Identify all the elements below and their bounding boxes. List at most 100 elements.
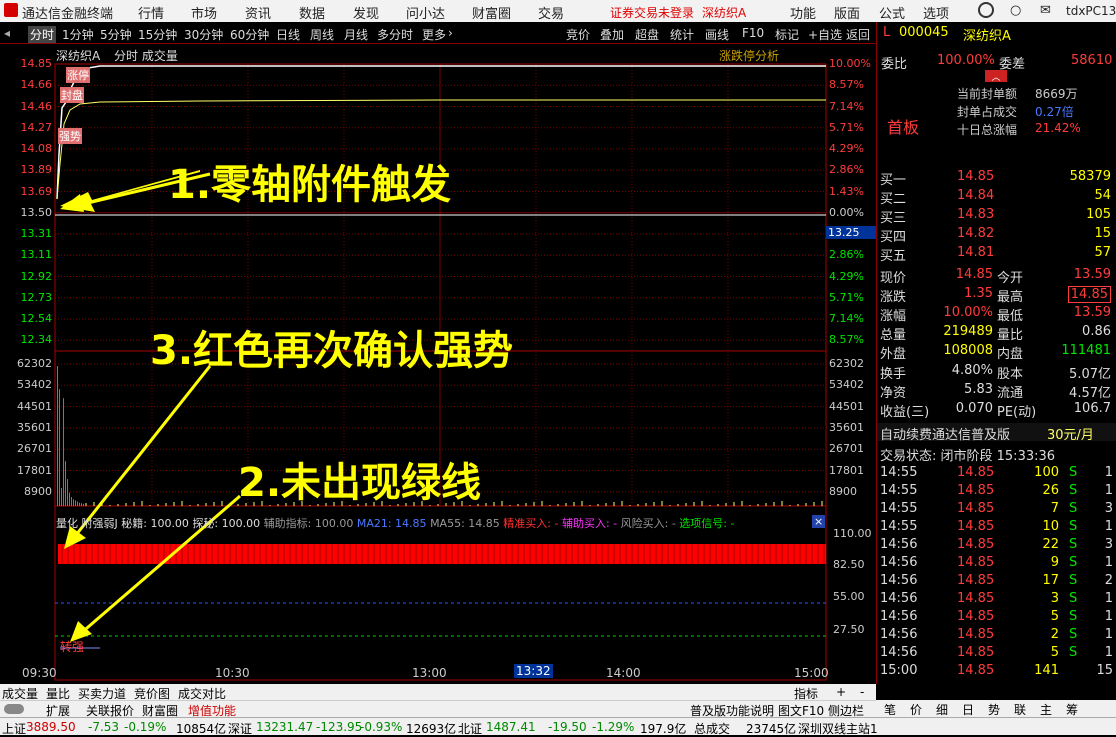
tick-side: S	[1069, 609, 1078, 624]
volume-tick: 8900	[24, 484, 52, 498]
ad-text[interactable]: 自动续费通达信普及版	[880, 424, 1010, 443]
bid-row[interactable]: 买五 14.81 57	[877, 244, 1116, 264]
login-alert[interactable]: 证券交易未登录	[610, 4, 694, 21]
tool-add-favorite[interactable]: +自选	[808, 26, 842, 43]
menu-gongneng[interactable]: 功能	[790, 3, 816, 22]
tool-chaopan[interactable]: 超盘	[635, 26, 659, 43]
menu-hangqing[interactable]: 行情	[138, 3, 164, 22]
tick-count: 1	[1104, 555, 1113, 570]
menu-faxian[interactable]: 发现	[353, 3, 379, 22]
menu-shichang[interactable]: 市场	[191, 3, 217, 22]
menu-gongshi[interactable]: 公式	[879, 3, 905, 22]
bid-row[interactable]: 买一 14.85 58379	[877, 168, 1116, 188]
price-tick: 13.89	[20, 163, 53, 177]
user-name[interactable]: tdxPC13	[1066, 4, 1116, 18]
pct-tick: 7.14%	[829, 312, 864, 325]
quote-label-2: 量比	[997, 328, 1024, 343]
tick-row: 14:56 14.85 3 S 1	[877, 590, 1116, 608]
detail-tab[interactable]: 势	[988, 701, 1000, 718]
quote-label: 涨幅	[880, 309, 907, 324]
sz-label[interactable]: 深证	[228, 720, 252, 737]
bz-label[interactable]: 北证	[458, 720, 482, 737]
period-fenshi[interactable]: 分时	[28, 26, 57, 43]
tick-row: 15:00 14.85 141 15	[877, 662, 1116, 680]
expand-icon[interactable]: ︿	[985, 70, 1007, 83]
menu-wenxiaoda[interactable]: 问小达	[406, 3, 445, 22]
tool-huaxian[interactable]: 画线	[705, 26, 729, 43]
limit-analysis-link[interactable]: 涨跌停分析	[719, 47, 779, 64]
tick-volume: 10	[1042, 519, 1059, 534]
quote-label: 外盘	[880, 347, 907, 362]
pct-tick: 5.71%	[829, 120, 864, 134]
period-multi[interactable]: 多分时	[377, 26, 413, 43]
chart-subtitle: 分时 成交量	[114, 49, 178, 63]
bid-row[interactable]: 买三 14.83 105	[877, 206, 1116, 226]
detail-tab[interactable]: 筹	[1066, 701, 1078, 718]
tool-diejia[interactable]: 叠加	[600, 26, 624, 43]
detail-tab[interactable]: 笔	[884, 701, 896, 718]
volume-bar	[79, 502, 80, 506]
weibi-value: 100.00%	[937, 53, 995, 68]
menu-bar: 通达信金融终端 行情 市场 资讯 数据 发现 问小达 财富圈 交易 证券交易未登…	[0, 0, 1116, 22]
ad-price[interactable]: 30元/月	[1047, 424, 1094, 443]
quote-value-2: 5.07亿	[1069, 367, 1111, 382]
sh-change: -7.53	[88, 720, 120, 734]
sh-label[interactable]: 上证	[2, 720, 26, 737]
search-icon[interactable]	[978, 2, 994, 18]
detail-tab[interactable]: 细	[936, 701, 948, 718]
menu-zixun[interactable]: 资讯	[245, 3, 271, 22]
bid-row[interactable]: 买四 14.82 15	[877, 225, 1116, 245]
period-5min[interactable]: 5分钟	[100, 26, 132, 43]
period-more[interactable]: 更多	[422, 26, 446, 43]
server-name[interactable]: 深圳双线主站1	[798, 720, 878, 737]
period-1min[interactable]: 1分钟	[62, 26, 94, 43]
period-week[interactable]: 周线	[310, 26, 334, 43]
volume-tick: 35601	[17, 420, 52, 434]
price-tick: 14.85	[20, 57, 53, 70]
period-30min[interactable]: 30分钟	[184, 26, 223, 43]
user-icon[interactable]: ○	[1010, 3, 1021, 18]
detail-tab[interactable]: 价	[910, 701, 922, 718]
detail-tab[interactable]: 联	[1014, 701, 1026, 718]
left-arrow-icon[interactable]: ◂	[4, 26, 10, 40]
bid-row[interactable]: 买二 14.84 54	[877, 187, 1116, 207]
menu-banmian[interactable]: 版面	[834, 3, 860, 22]
tool-tongji[interactable]: 统计	[670, 26, 694, 43]
period-month[interactable]: 月线	[344, 26, 368, 43]
period-60min[interactable]: 60分钟	[230, 26, 269, 43]
stock-name: 深纺织A	[963, 29, 1011, 44]
time-tick-1400: 14:00	[606, 666, 641, 680]
tick-price: 14.85	[957, 573, 995, 588]
pct-tick: 4.29%	[829, 269, 864, 283]
detail-tab[interactable]: 日	[962, 701, 974, 718]
menu-xuanxiang[interactable]: 选项	[923, 3, 949, 22]
chevron-right-icon[interactable]: ›	[448, 26, 453, 40]
quote-value-2: 106.7	[1073, 401, 1111, 416]
tool-back[interactable]: 返回	[846, 26, 870, 43]
volume-tick-right: 44501	[829, 399, 864, 413]
tool-f10[interactable]: F10	[742, 26, 764, 40]
quote-value: 108008	[943, 343, 993, 358]
detail-tab[interactable]: 主	[1040, 701, 1052, 718]
volume-bar	[77, 501, 78, 506]
menu-shuju[interactable]: 数据	[299, 3, 325, 22]
tick-row: 14:56 14.85 5 S 1	[877, 608, 1116, 626]
tool-biaoji[interactable]: 标记	[775, 26, 799, 43]
tick-volume: 22	[1042, 537, 1059, 552]
indicator-close-icon[interactable]: ×	[812, 515, 826, 528]
volume-tick-right: 35601	[829, 420, 864, 434]
sh-index: 3889.50	[26, 720, 76, 734]
tab-minus[interactable]: -	[860, 685, 864, 699]
price-tick: 13.11	[20, 248, 53, 262]
toggle-icon[interactable]	[4, 704, 24, 714]
intraday-chart[interactable]: 深纺织A 分时 成交量 涨跌停分析 涨停 封盘 强势 14.85 10.00% 14…	[0, 44, 876, 684]
menu-jiaoyi[interactable]: 交易	[538, 3, 564, 22]
menu-caifuquan[interactable]: 财富圈	[472, 3, 511, 22]
tick-row: 14:55 14.85 100 S 1	[877, 464, 1116, 482]
period-day[interactable]: 日线	[276, 26, 300, 43]
tool-jingjia[interactable]: 竞价	[566, 26, 590, 43]
message-icon[interactable]: ✉	[1040, 3, 1051, 18]
period-15min[interactable]: 15分钟	[138, 26, 177, 43]
tab-plus[interactable]: +	[836, 685, 846, 699]
note-1: 1.零轴附件触发	[168, 162, 452, 208]
